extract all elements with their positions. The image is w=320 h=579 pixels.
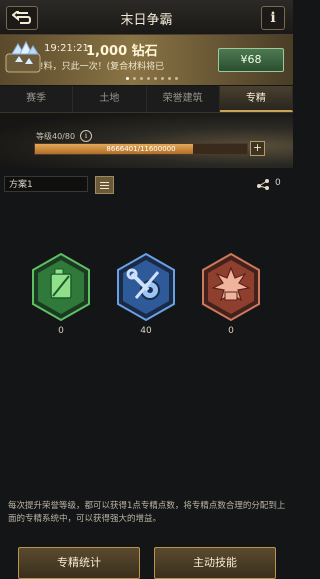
banner-page-dot [168, 77, 171, 80]
red-branch-points: 0 [228, 326, 234, 336]
blue-gear-branch[interactable] [114, 252, 178, 322]
tab-bar: 赛季 土地 荣誉建筑 专精 [0, 86, 293, 113]
green-fuel-branch[interactable] [29, 252, 93, 322]
specialization-stats-button[interactable]: 专精统计 [18, 547, 140, 579]
buy-button[interactable]: ¥68 [218, 48, 284, 72]
tab-specialization[interactable]: 专精 [219, 86, 293, 112]
green-branch-points: 0 [58, 326, 64, 336]
offer-description: !料，只此一次！(复合材料将已 [40, 62, 165, 72]
fuel-can-icon [50, 268, 72, 299]
level-progress-text: 8666401/11600000 [106, 145, 176, 153]
banner-page-dot [154, 77, 157, 80]
plan-selector[interactable]: 方案1 [4, 176, 88, 192]
info-button[interactable]: i [261, 6, 285, 30]
share-icon[interactable] [256, 178, 270, 190]
specialization-description: 每次提升荣誉等级，都可以获得1点专精点数，将专精点数合理的分配到上面的专精系统中… [8, 501, 286, 524]
add-level-button[interactable]: + [250, 141, 265, 156]
active-skills-button[interactable]: 主动技能 [154, 547, 276, 579]
level-progress-bar: 8666401/11600000 [34, 143, 248, 155]
banner-page-dot [161, 77, 164, 80]
tab-land[interactable]: 土地 [73, 86, 147, 112]
banner-page-dot [140, 77, 143, 80]
tab-honor-buildings[interactable]: 荣誉建筑 [147, 86, 220, 112]
banner-page-dot [133, 77, 136, 80]
blue-branch-points: 40 [140, 326, 152, 336]
banner-page-indicator [126, 77, 178, 80]
banner-page-dot [175, 77, 178, 80]
diamond-amount: 1,000 钻石 [86, 44, 158, 59]
red-explosion-branch[interactable] [199, 252, 263, 322]
share-count: 0 [275, 178, 281, 188]
offer-timer: 19:21:21 [44, 43, 89, 54]
diamond-pile-icon [5, 40, 41, 73]
plan-menu-button[interactable] [95, 176, 114, 194]
tab-season[interactable]: 赛季 [0, 86, 74, 112]
level-label: 等级40/80 [36, 132, 76, 141]
banner-page-dot [126, 77, 129, 80]
promo-banner[interactable]: 19:21:21 1,000 钻石 !料，只此一次！(复合材料将已 ¥68 [0, 35, 293, 85]
level-info-icon[interactable]: i [80, 130, 92, 142]
top-bar: 末日争霸 i [0, 0, 293, 35]
banner-page-dot [147, 77, 150, 80]
page-title: 末日争霸 [120, 13, 173, 28]
